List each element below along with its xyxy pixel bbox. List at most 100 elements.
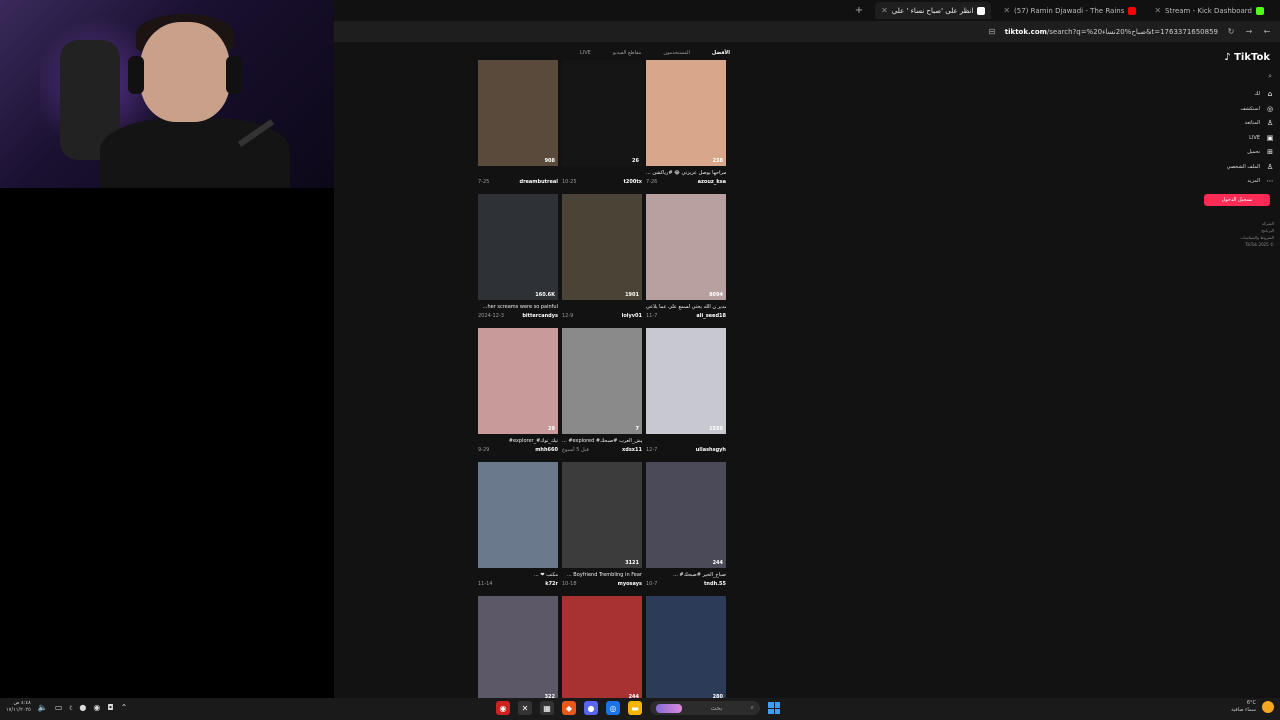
video-username[interactable]: myosays (618, 581, 642, 587)
video-thumbnail[interactable]: 3121 (562, 462, 642, 568)
video-username[interactable]: ullashsgyh (696, 447, 726, 453)
search-icon[interactable]: ⌕ (1268, 72, 1272, 81)
obs-app-icon[interactable]: ◉ (496, 701, 510, 715)
footer-link[interactable]: الشروط والسياسات (1204, 234, 1274, 241)
video-thumbnail[interactable]: 26 (562, 60, 642, 166)
video-card[interactable]: 29 #explorer_#تيك_توك 9-29 mhh660 (478, 328, 558, 453)
video-username[interactable]: bittercandys (522, 313, 558, 319)
video-card[interactable]: 3121 ... Boyfriend Trembling in Fear 10-18… (562, 462, 642, 587)
tray-app-icon[interactable]: ◉ (93, 703, 100, 712)
video-card[interactable]: 7 ... #explored #ليش_العرب #صبحك قبل 5 أسب… (562, 328, 642, 453)
video-thumbnail[interactable] (478, 462, 558, 568)
video-thumbnail[interactable]: 160.6K (478, 194, 558, 300)
close-tab-icon[interactable]: ✕ (1003, 6, 1010, 15)
video-username[interactable]: lolyv01 (622, 313, 642, 319)
video-username[interactable]: mhh660 (535, 447, 558, 453)
video-thumbnail[interactable]: 1901 (562, 194, 642, 300)
file-explorer-icon[interactable]: ▬ (628, 701, 642, 715)
video-description[interactable]: ... #صباح_الخير #صبحك (646, 572, 726, 579)
new-tab-button[interactable]: + (855, 5, 863, 16)
chrome-app-icon[interactable]: ◎ (606, 701, 620, 715)
video-username[interactable]: dreambutreal (520, 179, 559, 185)
capcut-app-icon[interactable]: ✕ (518, 701, 532, 715)
video-thumbnail[interactable]: 244 (646, 462, 726, 568)
video-username[interactable]: azouz_ksa (698, 179, 726, 185)
chevron-up-icon[interactable]: ⌃ (121, 703, 128, 712)
filter-top[interactable]: الأفضل (712, 50, 730, 56)
close-tab-icon[interactable]: ✕ (1154, 6, 1161, 15)
sidebar-item[interactable]: الملف الشخصي ♙ (1204, 160, 1274, 175)
volume-icon[interactable]: 🔈 (38, 703, 48, 712)
footer-link[interactable]: TikTok 2025 © (1204, 241, 1274, 248)
close-tab-icon[interactable]: ✕ (881, 6, 888, 15)
extensions-icon[interactable]: ⊟ (987, 27, 997, 36)
video-thumbnail[interactable]: 280 (646, 596, 726, 702)
sidebar-item[interactable]: المزيد ⋯ (1204, 174, 1274, 189)
windows-start-icon[interactable] (768, 702, 780, 714)
video-thumbnail[interactable]: 29 (478, 328, 558, 434)
tiktok-logo[interactable]: ♪ TikTok (1224, 52, 1270, 63)
tab-kick[interactable]: ✕ Stream - Kick Dashboard (1148, 2, 1270, 19)
video-thumbnail[interactable]: 7 (562, 328, 642, 434)
url-field[interactable]: tiktok.com/search?q=%20صباح%20نساء&t=176… (1005, 28, 1218, 36)
video-description[interactable] (646, 438, 726, 445)
login-button[interactable]: تسجيل الدخول (1204, 194, 1270, 206)
video-username[interactable]: k72r (545, 581, 558, 587)
search-placeholder: بحث (710, 704, 723, 712)
weather-widget[interactable]: 6°C سماء صافية (1231, 700, 1274, 714)
sidebar-item[interactable]: LIVE ▣ (1204, 131, 1274, 146)
video-card[interactable]: 1901 12-9 lolyv01 (562, 194, 642, 319)
forward-icon[interactable]: → (1244, 27, 1254, 36)
video-card[interactable]: 160.6K ...her screams were so painful 2024… (478, 194, 558, 319)
video-thumbnail[interactable]: 908 (478, 60, 558, 166)
language-indicator[interactable]: ع (69, 704, 72, 710)
video-username[interactable]: tndh.55 (704, 581, 726, 587)
sidebar-item[interactable]: لك ⌂ (1204, 87, 1274, 102)
video-thumbnail[interactable]: 244 (562, 596, 642, 702)
video-description[interactable]: ... Boyfriend Trembling in Fear (562, 572, 642, 579)
tab-tiktok[interactable]: ✕ انظر على 'صباح نساء ' على (875, 2, 992, 19)
video-card[interactable]: 244 ... #صباح_الخير #صبحك 10-7 tndh.55 (646, 462, 726, 587)
video-card[interactable]: 908 7-25 dreambutreal (478, 60, 558, 185)
video-description[interactable]: ... ❤ مكتب (478, 572, 558, 579)
brave-app-icon[interactable]: ◆ (562, 701, 576, 715)
video-thumbnail[interactable]: 322 (478, 596, 558, 702)
sidebar-item[interactable]: تحميل ⊞ (1204, 145, 1274, 160)
tab-youtube[interactable]: ✕ (57) Ramin Djawadi - The Rains (997, 2, 1142, 19)
filter-live[interactable]: LIVE (580, 50, 591, 56)
video-card[interactable]: ... ❤ مكتب 11-14 k72r (478, 462, 558, 587)
video-card[interactable]: 8094 تصدير ن الله يختي لسمع على عما يلاعي… (646, 194, 726, 319)
video-thumbnail[interactable]: 8094 (646, 194, 726, 300)
video-description[interactable]: #explorer_#تيك_توك (478, 438, 558, 445)
filter-users[interactable]: المستخدمون (663, 50, 690, 56)
video-description[interactable] (562, 304, 642, 311)
stream-deck-app-icon[interactable]: ▦ (540, 701, 554, 715)
video-thumbnail[interactable]: 1550 (646, 328, 726, 434)
video-username[interactable]: t200tx (624, 179, 642, 185)
video-description[interactable]: ...her screams were so painful (478, 304, 558, 311)
sidebar-item[interactable]: المتابَعة ♙ (1204, 116, 1274, 131)
sidebar-item[interactable]: استكشف ◎ (1204, 102, 1274, 117)
filter-videos[interactable]: مقاطع الفيديو (613, 50, 642, 56)
network-icon[interactable]: ▭ (55, 703, 63, 712)
footer-link[interactable]: الشركة (1204, 220, 1274, 227)
reload-icon[interactable]: ↻ (1226, 27, 1236, 36)
video-username[interactable]: ali_seed18 (696, 313, 726, 319)
taskbar-search[interactable]: بحث ⌕ (650, 701, 760, 715)
video-description[interactable] (478, 170, 558, 177)
video-username[interactable]: xdsx11 (622, 447, 642, 453)
video-card[interactable]: 238 ... صراحها يوصل عزيزتي 😂 #رياكشن 7-26 a… (646, 60, 726, 185)
video-description[interactable]: ... #explored #ليش_العرب #صبحك (562, 438, 642, 445)
video-card[interactable]: 26 10-25 t200tx (562, 60, 642, 185)
clock[interactable]: ٤:٤٨ ص ١٧/١١/٢٠٢٥ (6, 700, 31, 714)
video-description[interactable]: تصدير ن الله يختي لسمع على عما يلاعي... (646, 304, 726, 311)
discord-app-icon[interactable]: ● (584, 701, 598, 715)
video-card[interactable]: 1550 12-7 ullashsgyh (646, 328, 726, 453)
footer-link[interactable]: البرنامج (1204, 227, 1274, 234)
discord-tray-icon[interactable]: ◘ (107, 703, 113, 712)
back-icon[interactable]: ← (1262, 27, 1272, 36)
video-thumbnail[interactable]: 238 (646, 60, 726, 166)
mic-icon[interactable]: ● (79, 703, 86, 712)
video-description[interactable] (562, 170, 642, 177)
video-description[interactable]: ... صراحها يوصل عزيزتي 😂 #رياكشن (646, 170, 726, 177)
